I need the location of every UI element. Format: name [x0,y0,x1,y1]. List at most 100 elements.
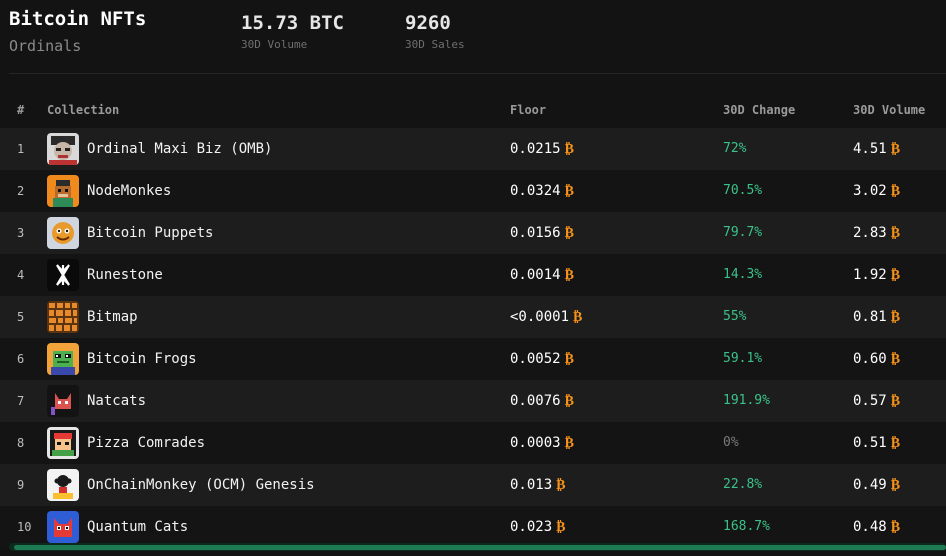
volume-value: 0.57 [853,393,887,409]
collection-name-link[interactable]: OnChainMonkey (OCM) Genesis [87,464,315,506]
volume-30d: 3.02 ₿ [853,170,900,212]
change-30d: 59.1% [723,351,763,366]
table-row[interactable]: 5 Bitmap <0.0001 ₿ 55% 0.81 ₿ [0,296,946,338]
page-title: Bitcoin NFTs [9,8,147,30]
btc-icon: ₿ [890,225,901,241]
row-rank: 1 [17,142,25,156]
change-30d: 72% [723,141,747,156]
table-row[interactable]: 7 Natcats 0.0076 ₿ 191.9% 0.57 ₿ [0,380,946,422]
floor-value: 0.0014 [510,267,561,283]
table-header: # Collection Floor 30D Change 30D Volume [0,100,946,122]
horizontal-scrollbar-thumb[interactable] [14,545,946,550]
row-rank: 2 [17,184,25,198]
sales-stat: 9260 30D Sales [405,12,465,51]
btc-icon: ₿ [890,309,901,325]
pizza-comrades-avatar-icon[interactable] [47,427,79,459]
volume-stat: 15.73 BTC 30D Volume [241,12,344,51]
collection-name-link[interactable]: Bitmap [87,296,138,338]
row-rank: 5 [17,310,25,324]
floor-price: 0.0052 ₿ [510,338,574,380]
collection-name-link[interactable]: Runestone [87,254,163,296]
nodemonkes-avatar-icon[interactable] [47,175,79,207]
onchainmonkey-avatar-icon[interactable] [47,469,79,501]
collection-name-link[interactable]: NodeMonkes [87,170,171,212]
btc-icon: ₿ [890,267,901,283]
btc-icon: ₿ [564,267,574,283]
btc-icon: ₿ [564,393,574,409]
volume-30d: 0.81 ₿ [853,296,900,338]
volume-value: 3.02 [853,183,887,199]
volume-30d: 1.92 ₿ [853,254,900,296]
change-30d: 55% [723,309,747,324]
btc-icon: ₿ [564,351,574,367]
btc-icon: ₿ [890,393,901,409]
column-header-floor[interactable]: Floor [510,103,546,117]
floor-value: 0.0003 [510,435,561,451]
collection-name-link[interactable]: Ordinal Maxi Biz (OMB) [87,128,272,170]
row-rank: 8 [17,436,25,450]
runestone-avatar-icon[interactable] [47,259,79,291]
bitmap-avatar-icon[interactable] [47,301,79,333]
floor-price: 0.0014 ₿ [510,254,574,296]
floor-price: 0.0324 ₿ [510,170,574,212]
column-header-30d-volume[interactable]: 30D Volume [853,103,925,117]
omb-avatar-icon[interactable] [47,133,79,165]
natcats-avatar-icon[interactable] [47,385,79,417]
floor-price: 0.0076 ₿ [510,380,574,422]
volume-value: 4.51 [853,141,887,157]
volume-stat-value: 15.73 BTC [241,12,344,34]
column-header-rank[interactable]: # [17,103,24,117]
volume-30d: 4.51 ₿ [853,128,900,170]
bitcoin-frogs-avatar-icon[interactable] [47,343,79,375]
quantum-cats-avatar-icon[interactable] [47,511,79,543]
change-30d: 0% [723,435,739,450]
page-subtitle: Ordinals [9,37,82,55]
floor-value: 0.0156 [510,225,561,241]
collection-name-link[interactable]: Quantum Cats [87,506,188,548]
header-divider [9,73,946,74]
volume-30d: 0.60 ₿ [853,338,900,380]
change-30d: 70.5% [723,183,763,198]
btc-icon: ₿ [564,435,574,451]
bitcoin-puppets-avatar-icon[interactable] [47,217,79,249]
column-header-collection[interactable]: Collection [47,103,119,117]
row-rank: 9 [17,478,25,492]
volume-30d: 0.57 ₿ [853,380,900,422]
table-row[interactable]: 6 Bitcoin Frogs 0.0052 ₿ 59.1% 0.60 ₿ [0,338,946,380]
btc-icon: ₿ [556,519,566,535]
change-30d: 168.7% [723,519,770,534]
collection-name-link[interactable]: Bitcoin Puppets [87,212,213,254]
table-row[interactable]: 3 Bitcoin Puppets 0.0156 ₿ 79.7% 2.83 ₿ [0,212,946,254]
collections-table: 1 Ordinal Maxi Biz (OMB) 0.0215 ₿ 72% 4.51 ₿ 2 N… [0,128,946,548]
btc-icon: ₿ [890,351,901,367]
table-row[interactable]: 10 Quantum Cats 0.023 ₿ 168.7% 0.48 ₿ [0,506,946,548]
row-rank: 7 [17,394,25,408]
volume-value: 0.51 [853,435,887,451]
btc-icon: ₿ [564,141,574,157]
volume-value: 0.48 [853,519,887,535]
volume-30d: 2.83 ₿ [853,212,900,254]
table-row[interactable]: 2 NodeMonkes 0.0324 ₿ 70.5% 3.02 ₿ [0,170,946,212]
collection-name-link[interactable]: Bitcoin Frogs [87,338,197,380]
btc-icon: ₿ [890,141,901,157]
floor-value: 0.013 [510,477,553,493]
floor-value: 0.023 [510,519,553,535]
floor-value: 0.0324 [510,183,561,199]
row-rank: 3 [17,226,25,240]
collection-name-link[interactable]: Natcats [87,380,146,422]
floor-value: 0.0076 [510,393,561,409]
table-row[interactable]: 4 Runestone 0.0014 ₿ 14.3% 1.92 ₿ [0,254,946,296]
volume-value: 2.83 [853,225,887,241]
page-header: Bitcoin NFTs Ordinals 15.73 BTC 30D Volu… [0,0,946,75]
table-row[interactable]: 1 Ordinal Maxi Biz (OMB) 0.0215 ₿ 72% 4.51 ₿ [0,128,946,170]
table-row[interactable]: 9 OnChainMonkey (OCM) Genesis 0.013 ₿ 22.8% 0… [0,464,946,506]
volume-30d: 0.49 ₿ [853,464,900,506]
collection-name-link[interactable]: Pizza Comrades [87,422,205,464]
column-header-30d-change[interactable]: 30D Change [723,103,795,117]
table-row[interactable]: 8 Pizza Comrades 0.0003 ₿ 0% 0.51 ₿ [0,422,946,464]
sales-stat-label: 30D Sales [405,38,465,51]
floor-value: 0.0215 [510,141,561,157]
volume-value: 0.49 [853,477,887,493]
volume-value: 0.81 [853,309,887,325]
change-30d: 191.9% [723,393,770,408]
